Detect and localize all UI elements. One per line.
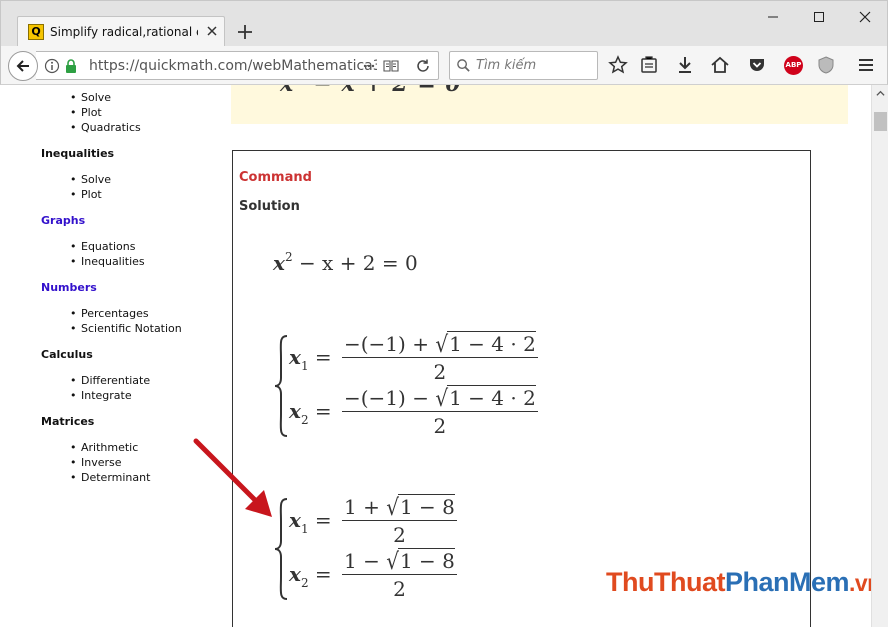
sidebar-item-differentiate[interactable]: Differentiate (70, 374, 150, 387)
scrollbar-thumb[interactable] (874, 112, 887, 131)
pocket-icon[interactable] (747, 55, 767, 75)
search-bar[interactable]: Tìm kiếm (449, 51, 598, 80)
step1-x2-fraction: −(−1) − √1 − 4 · 2 2 (342, 384, 538, 438)
reader-view-icon[interactable] (383, 58, 399, 74)
watermark-logo: ThuThuatPhanMem.vn (606, 567, 871, 597)
sidebar-category-matrices: Matrices (41, 415, 95, 428)
page-viewport: Solve Plot Quadratics Inequalities Solve… (0, 85, 871, 627)
close-window-icon[interactable] (857, 9, 873, 25)
sidebar-item-percentages[interactable]: Percentages (70, 307, 149, 320)
tab-title: Simplify radical,rational expr (50, 25, 198, 39)
menu-icon[interactable] (856, 55, 876, 75)
search-icon (457, 59, 470, 72)
solution-label: Solution (239, 199, 300, 214)
sidebar-item-inverse[interactable]: Inverse (70, 456, 122, 469)
navigation-toolbar: https://quickmath.com/webMathematica3/qu… (0, 46, 888, 85)
adblock-icon[interactable]: ABP (784, 56, 803, 75)
step1-x1-fraction: −(−1) + √1 − 4 · 2 2 (342, 330, 538, 384)
solution-equation: x2 − x + 2 = 0 (273, 250, 418, 275)
step2-x2-denominator: 2 (393, 577, 406, 601)
step1-x2-row: x2 = −(−1) − √1 − 4 · 2 2 (289, 384, 559, 438)
browser-titlebar: Q Simplify radical,rational expr (0, 0, 888, 47)
search-placeholder: Tìm kiếm (476, 58, 537, 73)
shield-icon[interactable] (816, 55, 836, 75)
sidebar-category-calculus: Calculus (41, 348, 93, 361)
step1-x1-row: x1 = −(−1) + √1 − 4 · 2 2 (289, 330, 559, 384)
reload-icon[interactable] (415, 58, 431, 74)
page-action-icon[interactable] (361, 58, 377, 74)
step1-x2-denominator: 2 (433, 414, 447, 438)
downloads-icon[interactable] (675, 55, 695, 75)
step2-x2-lhs: x2 = (289, 562, 332, 590)
sidebar-item-equations-plot[interactable]: Plot (70, 106, 102, 119)
scroll-up-arrow-icon[interactable] (876, 89, 885, 98)
sidebar-item-integrate[interactable]: Integrate (70, 389, 132, 402)
step2-x2-fraction: 1 − √1 − 8 2 (342, 547, 457, 601)
bookmark-star-icon[interactable] (608, 55, 628, 75)
sidebar-item-inequalities-plot[interactable]: Plot (70, 188, 102, 201)
sidebar-item-graphs-equations[interactable]: Equations (70, 240, 135, 253)
step2-x1-fraction: 1 + √1 − 8 2 (342, 493, 457, 547)
close-tab-icon[interactable] (204, 23, 220, 39)
back-arrow-icon (16, 60, 29, 72)
browser-tab[interactable]: Q Simplify radical,rational expr (17, 16, 225, 47)
library-icon[interactable] (639, 55, 659, 75)
sidebar-item-scientific-notation[interactable]: Scientific Notation (70, 322, 182, 335)
sidebar-item-graphs-inequalities[interactable]: Inequalities (70, 255, 145, 268)
sidebar-category-inequalities: Inequalities (41, 147, 115, 160)
step1-x2-lhs: x2 = (289, 399, 332, 427)
info-icon[interactable] (44, 58, 60, 74)
sidebar-item-inequalities-solve[interactable]: Solve (70, 173, 111, 186)
step2-x2-fraction-bar (342, 574, 457, 575)
sidebar-category-graphs[interactable]: Graphs (41, 214, 85, 227)
equation-variable: x (273, 251, 285, 275)
solution-panel: Command Solution x2 − x + 2 = 0 x1 = −(−… (232, 150, 811, 627)
sidebar-item-arithmetic[interactable]: Arithmetic (70, 441, 138, 454)
url-bar[interactable]: https://quickmath.com/webMathematica3/qu (36, 51, 439, 80)
step2-x1-denominator: 2 (393, 523, 406, 547)
sidebar-item-quadratics[interactable]: Quadratics (70, 121, 141, 134)
step1-x1-numerator: −(−1) + √1 − 4 · 2 (344, 330, 536, 358)
quickmath-favicon-icon: Q (28, 24, 44, 40)
lock-icon[interactable] (63, 58, 79, 74)
left-brace-step1 (274, 335, 288, 437)
minimize-icon[interactable] (765, 9, 781, 25)
sidebar-category-numbers[interactable]: Numbers (41, 281, 97, 294)
command-label: Command (239, 170, 312, 185)
step2-x1-numerator: 1 + √1 − 8 (344, 493, 455, 521)
maximize-icon[interactable] (811, 9, 827, 25)
url-text[interactable]: https://quickmath.com/webMathematica3/qu (89, 58, 377, 74)
step2-x1-fraction-bar (342, 520, 457, 521)
equation-rest: − x + 2 = 0 (298, 251, 418, 275)
step1-x1-denominator: 2 (433, 360, 447, 384)
vertical-scrollbar[interactable] (871, 85, 888, 627)
sidebar-item-equations-solve[interactable]: Solve (70, 91, 111, 104)
step2-x1-row: x1 = 1 + √1 − 8 2 (289, 493, 489, 547)
step2-x2-row: x2 = 1 − √1 − 8 2 (289, 547, 489, 601)
step2-x1-lhs: x1 = (289, 508, 332, 536)
step1-x1-lhs: x1 = (289, 345, 332, 373)
sidebar-navigation: Solve Plot Quadratics Inequalities Solve… (0, 85, 225, 627)
equation-exponent: 2 (284, 250, 293, 264)
home-icon[interactable] (710, 55, 730, 75)
step2-x2-numerator: 1 − √1 − 8 (344, 547, 455, 575)
input-equation-text: x² − x + 2 = 0 (280, 85, 462, 97)
back-button[interactable] (8, 51, 38, 81)
new-tab-icon[interactable] (236, 23, 254, 41)
step1-x2-numerator: −(−1) − √1 − 4 · 2 (344, 384, 536, 412)
red-annotation-arrow-icon (193, 438, 272, 517)
sidebar-item-determinant[interactable]: Determinant (70, 471, 150, 484)
